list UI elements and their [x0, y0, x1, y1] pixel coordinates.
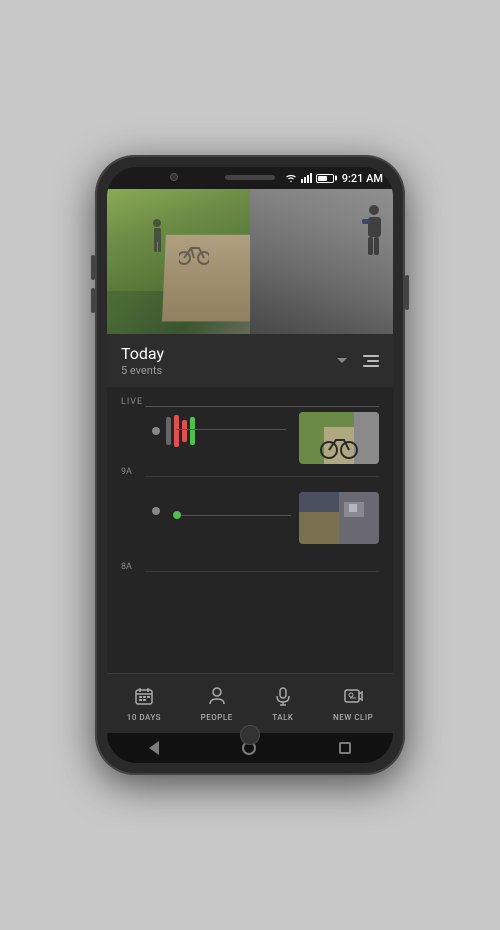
bike-icon — [179, 240, 209, 265]
event1-thumbnail-image — [299, 412, 379, 464]
nav-item-people[interactable]: PEOPLE — [201, 686, 233, 722]
fingerprint-reader[interactable] — [240, 725, 260, 745]
event2-green-dot — [173, 511, 181, 519]
bar-green — [190, 417, 195, 445]
nav-item-10days[interactable]: 10 DAYS — [127, 686, 161, 722]
event1-thumbnail[interactable] — [299, 412, 379, 464]
events-count: 5 events — [121, 364, 164, 377]
event2-gray-dot — [152, 507, 160, 515]
camera-bg — [107, 189, 393, 334]
event2[interactable] — [152, 507, 160, 515]
event1-dot — [152, 427, 160, 435]
nav-item-talk[interactable]: TALK — [272, 686, 293, 722]
live-label: LIVE — [121, 397, 143, 407]
wifi-icon — [285, 173, 297, 183]
volume-buttons — [91, 255, 95, 313]
clip-icon — [343, 686, 363, 710]
battery-icon — [316, 174, 334, 183]
motion-bars — [166, 415, 195, 447]
phone-screen: 9:21 AM — [107, 167, 393, 763]
8a-label: 8A — [121, 562, 132, 572]
person-silhouette-right — [362, 204, 387, 264]
9a-label: 9A — [121, 467, 132, 477]
list-menu-icon[interactable] — [363, 355, 379, 367]
event2-thumbnail[interactable] — [299, 492, 379, 544]
person-silhouette-left — [150, 218, 165, 253]
9a-timeline-line — [145, 476, 379, 477]
event2-connector-line — [181, 515, 291, 516]
bar-gray — [166, 417, 171, 445]
event2-thumbnail-image — [299, 492, 379, 544]
nav-item-newclip[interactable]: NEW CLIP — [333, 686, 373, 722]
phone-speaker — [225, 175, 275, 180]
status-time: 9:21 AM — [342, 172, 383, 185]
front-camera — [170, 173, 178, 181]
android-back-button[interactable] — [149, 741, 159, 755]
nav-label-newclip: NEW CLIP — [333, 713, 373, 722]
chevron-down-icon[interactable] — [337, 358, 347, 363]
bar-red-1 — [174, 415, 179, 447]
today-title: Today — [121, 344, 164, 363]
phone-device: 9:21 AM — [95, 155, 405, 775]
today-controls — [337, 355, 379, 367]
event1[interactable] — [152, 415, 195, 447]
mic-icon — [273, 686, 293, 710]
nav-label-people: PEOPLE — [201, 713, 233, 722]
calendar-icon — [134, 686, 154, 710]
today-info: Today 5 events — [121, 344, 164, 377]
power-button — [405, 275, 409, 310]
timeline-area: LIVE 9A 8A — [107, 387, 393, 673]
nav-label-10days: 10 DAYS — [127, 713, 161, 722]
nav-label-talk: TALK — [272, 713, 293, 722]
status-icons: 9:21 AM — [285, 172, 383, 185]
bottom-nav: 10 DAYS PEOPLE — [107, 673, 393, 733]
camera-view[interactable] — [107, 189, 393, 334]
today-header: Today 5 events — [107, 334, 393, 387]
event1-connector-line — [176, 429, 286, 430]
bar-red-2 — [182, 420, 187, 442]
person-icon — [207, 686, 227, 710]
android-recent-button[interactable] — [339, 742, 351, 754]
thumb1-svg — [299, 412, 379, 464]
8a-timeline-line — [145, 571, 379, 572]
live-timeline-line — [145, 406, 379, 407]
thumb2-svg — [299, 492, 379, 544]
signal-icon — [301, 173, 312, 183]
